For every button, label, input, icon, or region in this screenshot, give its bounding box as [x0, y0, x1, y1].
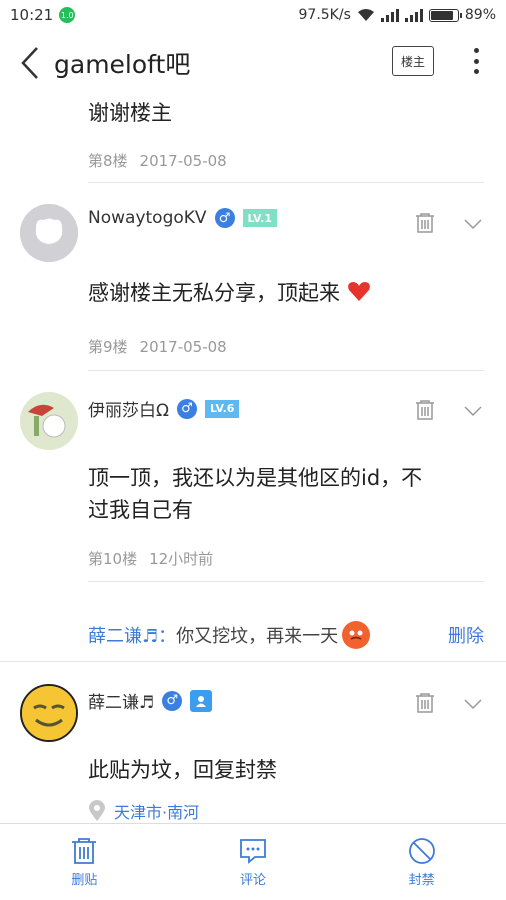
- floor-owner-button[interactable]: 楼主: [392, 46, 434, 76]
- wifi-icon: [357, 9, 374, 21]
- ban-icon: [408, 837, 435, 864]
- chevron-down-icon[interactable]: [464, 405, 482, 417]
- post-time: 2017-05-08: [139, 152, 227, 170]
- manager-icon: [190, 689, 213, 712]
- username[interactable]: 伊丽莎白Ω: [88, 396, 169, 421]
- floor-number: 第9楼: [88, 338, 128, 356]
- comment-reply[interactable]: 薛二谦♬： 你又挖坟，再来一天 删除: [88, 618, 484, 652]
- post-time: 12小时前: [149, 550, 214, 568]
- page-title: gameloft吧: [54, 50, 191, 79]
- ban-tab[interactable]: 封禁: [337, 824, 506, 900]
- delete-post-tab[interactable]: 删贴: [0, 824, 169, 900]
- user-avatar-image: [20, 392, 78, 450]
- smiley-avatar-image: [22, 686, 76, 740]
- network-speed: 97.5K/s: [298, 7, 351, 23]
- status-bar: 10:21 1.0 97.5K/s 89%: [0, 0, 506, 30]
- post-text-line: 过我自己有: [88, 498, 193, 522]
- floor-number: 第10楼: [88, 550, 138, 568]
- default-avatar-icon: [20, 204, 78, 262]
- battery-percent: 89%: [464, 7, 496, 23]
- divider: [88, 182, 484, 183]
- trash-icon[interactable]: [414, 212, 436, 234]
- bottom-action-bar: 删贴 评论 封禁: [0, 823, 506, 900]
- post-meta: 第8楼 2017-05-08: [88, 150, 227, 171]
- male-icon: ♂: [214, 208, 235, 228]
- header: gameloft吧 楼主: [0, 30, 506, 96]
- male-icon: ♂: [162, 690, 183, 711]
- divider: [88, 581, 484, 582]
- username-row: NowaytogoKV ♂ LV.1: [88, 208, 277, 228]
- post-meta: 第10楼 12小时前: [88, 548, 213, 569]
- more-vertical-icon[interactable]: [464, 44, 488, 78]
- signal-icon: [380, 8, 399, 22]
- reply-author[interactable]: 薛二谦♬：: [88, 622, 176, 648]
- delete-button[interactable]: 删除: [448, 622, 484, 648]
- heart-icon: [347, 282, 370, 301]
- reply-text: 你又挖坟，再来一天: [176, 626, 339, 647]
- post-text: 谢谢楼主: [88, 101, 172, 125]
- post-text: 此贴为坟，回复封禁: [88, 758, 277, 782]
- post-text-content: 感谢楼主无私分享，顶起来: [88, 281, 340, 305]
- level-badge: LV.1: [242, 209, 277, 227]
- avatar[interactable]: [20, 204, 78, 262]
- username-row: 薛二谦♬ ♂: [88, 688, 213, 713]
- divider: [88, 370, 484, 371]
- post-text: 感谢楼主无私分享，顶起来: [88, 276, 371, 310]
- notification-badge: 1.0: [59, 7, 76, 23]
- username[interactable]: NowaytogoKV: [88, 208, 207, 228]
- signal-icon-2: [404, 8, 423, 22]
- trash-icon: [72, 837, 97, 864]
- comment-icon: [240, 838, 266, 864]
- tab-label: 评论: [240, 872, 267, 888]
- location[interactable]: 天津市·南河: [88, 799, 199, 823]
- post-text-line: 顶一顶，我还以为是其他区的id，不: [88, 466, 423, 490]
- post-time: 2017-05-08: [139, 338, 227, 356]
- level-badge: LV.6: [205, 399, 240, 418]
- trash-icon[interactable]: [414, 692, 436, 714]
- chevron-down-icon[interactable]: [464, 698, 482, 710]
- tab-label: 封禁: [408, 872, 435, 888]
- location-pin-icon: [89, 800, 105, 821]
- avatar[interactable]: [20, 684, 78, 742]
- tab-label: 删贴: [71, 872, 98, 888]
- battery-icon: [428, 8, 462, 22]
- chevron-down-icon[interactable]: [464, 218, 482, 230]
- avatar[interactable]: [20, 392, 78, 450]
- trash-icon[interactable]: [414, 399, 436, 421]
- divider: [0, 661, 506, 662]
- username-row: 伊丽莎白Ω ♂ LV.6: [88, 396, 240, 421]
- comment-tab[interactable]: 评论: [169, 824, 338, 900]
- angry-face-icon: [342, 621, 371, 649]
- chevron-left-icon: [21, 47, 38, 79]
- back-button[interactable]: [8, 38, 52, 88]
- username[interactable]: 薛二谦♬: [88, 688, 154, 713]
- male-icon: ♂: [177, 398, 197, 419]
- location-text: 天津市·南河: [114, 803, 200, 822]
- floor-number: 第8楼: [88, 152, 128, 170]
- post-meta: 第9楼 2017-05-08: [88, 336, 227, 357]
- clock: 10:21: [10, 6, 54, 24]
